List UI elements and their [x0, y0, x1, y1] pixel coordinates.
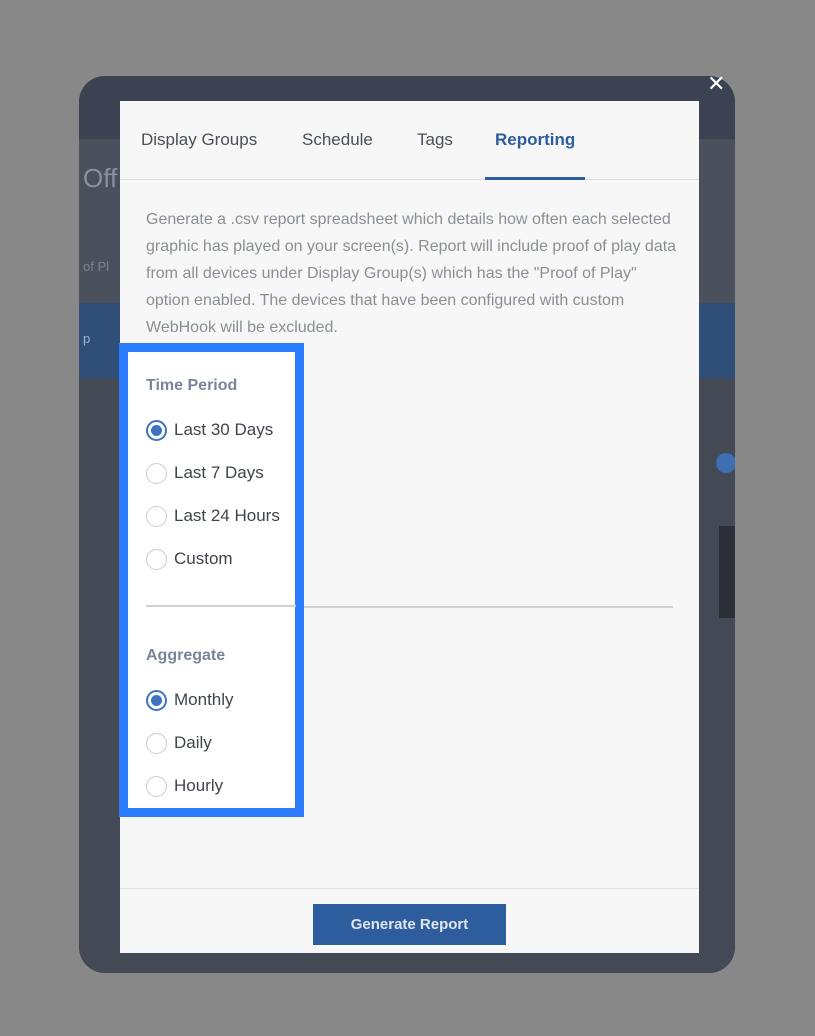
option-label: Custom — [174, 549, 233, 568]
generate-report-button[interactable]: Generate Report — [313, 904, 506, 945]
options-divider — [146, 605, 296, 607]
radio-last-30-days[interactable]: Last 30 Days — [146, 418, 273, 442]
option-label: Monthly — [174, 690, 234, 709]
background-thumbnail — [719, 526, 735, 618]
radio-unchecked-icon[interactable] — [146, 775, 167, 797]
background-check-icon — [716, 453, 735, 473]
radio-last-7-days[interactable]: Last 7 Days — [146, 461, 264, 485]
radio-last-24-hours[interactable]: Last 24 Hours — [146, 504, 280, 528]
option-label: Last 24 Hours — [174, 506, 280, 525]
background-field: of Pl — [83, 259, 110, 274]
report-description: Generate a .csv report spreadsheet which… — [146, 211, 677, 336]
tab-reporting[interactable]: Reporting — [495, 130, 575, 150]
option-label: Last 30 Days — [174, 420, 274, 439]
radio-monthly[interactable]: Monthly — [146, 688, 234, 712]
background-toolbar-text: p — [83, 331, 91, 346]
radio-checked-icon[interactable] — [146, 419, 167, 441]
radio-custom[interactable]: Custom — [146, 547, 233, 571]
tab-display-groups[interactable]: Display Groups — [141, 130, 257, 150]
radio-checked-icon[interactable] — [146, 689, 167, 711]
radio-hourly[interactable]: Hourly — [146, 774, 223, 798]
radio-unchecked-icon[interactable] — [146, 505, 167, 527]
background-heading: Off — [83, 163, 118, 193]
close-icon[interactable]: ✕ — [707, 74, 725, 96]
radio-unchecked-icon[interactable] — [146, 462, 167, 484]
tab-schedule[interactable]: Schedule — [302, 130, 373, 150]
tab-tags[interactable]: Tags — [417, 130, 453, 150]
time-period-label: Time Period — [146, 377, 238, 394]
radio-unchecked-icon[interactable] — [146, 548, 167, 570]
radio-unchecked-icon[interactable] — [146, 732, 167, 754]
active-tab-indicator — [485, 177, 585, 180]
radio-daily[interactable]: Daily — [146, 731, 212, 755]
report-options-panel: Time Period Last 30 Days Last 7 Days Las… — [119, 343, 304, 817]
option-label: Daily — [174, 733, 212, 752]
aggregate-label: Aggregate — [146, 647, 226, 664]
option-label: Last 7 Days — [174, 463, 264, 482]
option-label: Hourly — [174, 776, 224, 795]
tab-bar: Display Groups Schedule Tags Reporting — [120, 101, 699, 180]
modal-footer: Generate Report — [120, 888, 699, 953]
